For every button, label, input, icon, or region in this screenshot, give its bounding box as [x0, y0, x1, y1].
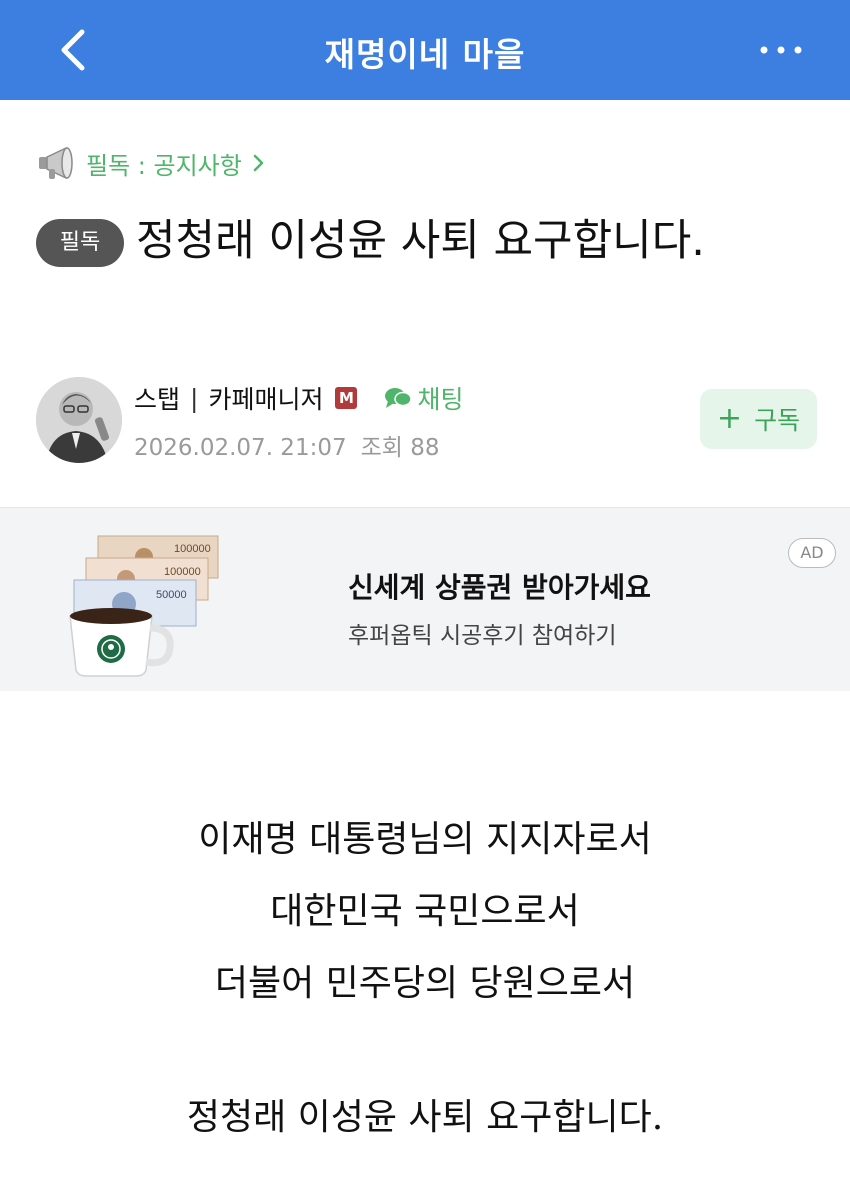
post-body-line-4: 정청래 이성윤 사퇴 요구합니다.: [186, 1097, 664, 1138]
avatar[interactable]: [36, 377, 122, 463]
ad-label[interactable]: AD: [788, 538, 836, 568]
author-name[interactable]: 스탭: [134, 380, 180, 416]
author-separator: |: [190, 383, 199, 413]
chat-label: 채팅: [417, 385, 464, 414]
post-body-line-1: 이재명 대통령님의 지지자로서: [198, 819, 652, 860]
voucher-2-value: 100000: [164, 566, 201, 578]
more-button[interactable]: [756, 30, 806, 70]
megaphone-icon: [39, 146, 73, 180]
plus-icon: +: [716, 401, 743, 436]
post-meta: 2026.02.07. 21:07 조회 88: [134, 428, 440, 462]
profile-photo: [36, 377, 122, 463]
post-body-line-2: 대한민국 국민으로서: [270, 891, 580, 932]
ad-subtitle: 후퍼옵틱 시공후기 참여하기: [348, 623, 617, 649]
voucher-3-value: 50000: [156, 589, 187, 601]
ad-image: 100000 100000 50000: [69, 535, 219, 677]
must-read-badge: 필독: [36, 219, 124, 267]
top-bar: 재명이네 마을: [0, 0, 850, 100]
post-body-line-3: 더불어 민주당의 당원으로서: [214, 963, 636, 1004]
cafe-title: 재명이네 마을: [324, 35, 526, 74]
board-link[interactable]: 필독 : 공지사항: [36, 140, 266, 186]
manager-badge: M: [335, 387, 358, 409]
post-title: 필독 정청래 이성윤 사퇴 요구합니다.: [36, 206, 796, 276]
subscribe-button[interactable]: + 구독: [700, 389, 817, 449]
chevron-right-icon: [253, 154, 264, 172]
author-role: 카페매니저: [208, 385, 324, 414]
view-count: 조회 88: [360, 435, 440, 461]
subscribe-label: 구독: [754, 406, 801, 435]
board-link-label: 필독 : 공지사항: [86, 151, 242, 180]
more-horizontal-icon: [760, 46, 802, 54]
chat-button[interactable]: 채팅: [383, 380, 463, 416]
voucher-1-value: 100000: [174, 543, 211, 555]
chat-bubble-icon: [385, 388, 413, 408]
post-date: 2026.02.07. 21:07: [134, 435, 347, 461]
post-title-text: 정청래 이성윤 사퇴 요구합니다.: [136, 216, 705, 266]
ad-banner[interactable]: 100000 100000 50000 신세계 상품권 받아가세요 후퍼옵틱 시…: [0, 507, 850, 691]
ad-title: 신세계 상품권 받아가세요: [348, 571, 651, 604]
author-line: 스탭 | 카페매니저 M 채팅: [134, 380, 463, 416]
